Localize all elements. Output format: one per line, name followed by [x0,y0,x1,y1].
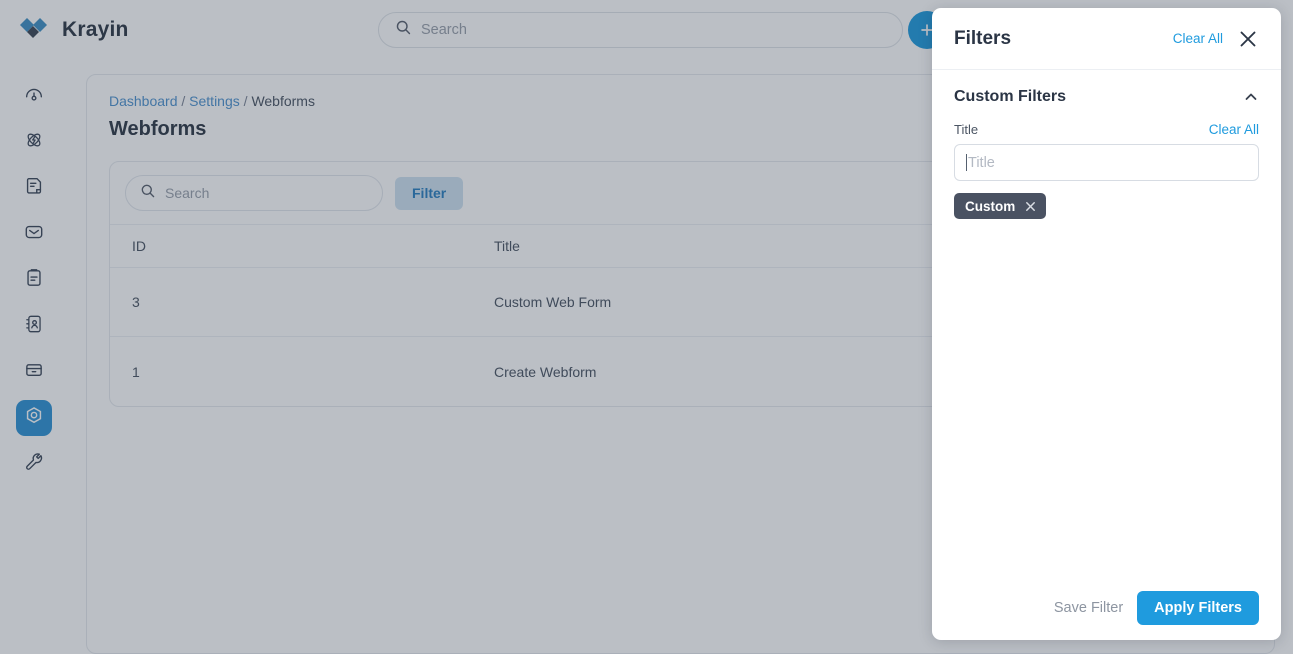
title-field-label-row: Title Clear All [954,122,1259,137]
chevron-up-icon[interactable] [1243,89,1259,105]
filter-drawer-footer: Save Filter Apply Filters [932,576,1281,640]
filter-drawer-body: Custom Filters Title Clear All Title Cus… [932,70,1281,576]
filter-chip-label: Custom [965,198,1016,214]
title-filter-input[interactable]: Title [954,144,1259,181]
close-icon[interactable] [1024,200,1037,213]
apply-filters-button[interactable]: Apply Filters [1137,591,1259,625]
filter-drawer-header: Filters Clear All [932,8,1281,70]
save-filter-button[interactable]: Save Filter [1054,600,1123,616]
custom-filters-section-header[interactable]: Custom Filters [954,88,1259,106]
filter-drawer-title: Filters [954,27,1012,49]
filter-drawer: Filters Clear All Custom Filters Title C… [932,8,1281,640]
title-field-label: Title [954,122,979,137]
custom-filters-title: Custom Filters [954,88,1067,105]
title-input-placeholder: Title [968,154,995,171]
clear-all-button[interactable]: Clear All [1173,31,1223,46]
text-caret [966,154,967,171]
close-icon[interactable] [1237,28,1259,50]
title-clear-all-button[interactable]: Clear All [1209,122,1259,137]
filter-chip-custom[interactable]: Custom [954,193,1047,219]
